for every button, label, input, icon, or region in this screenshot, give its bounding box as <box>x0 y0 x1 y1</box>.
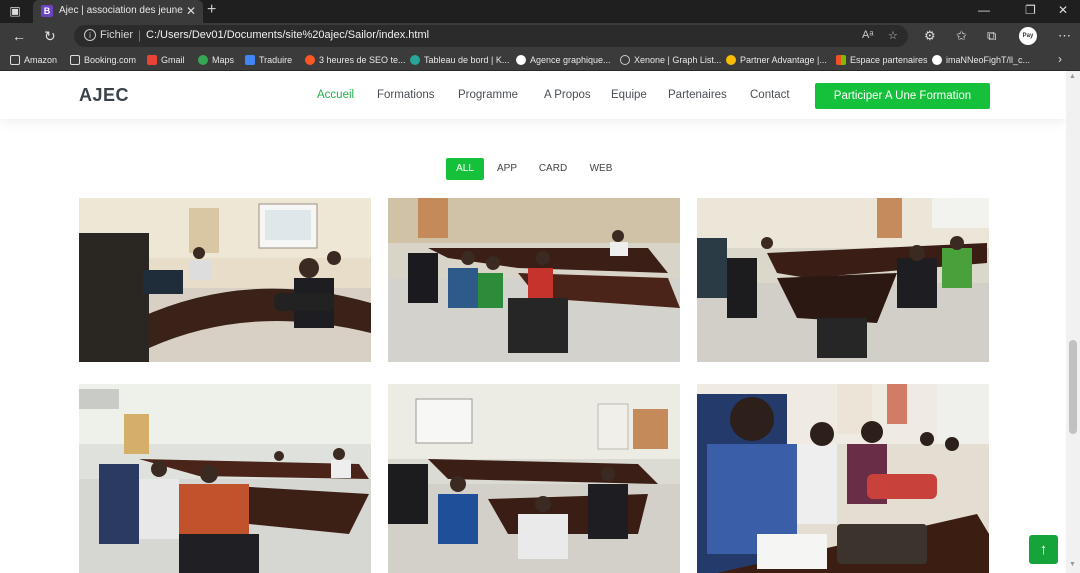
page-viewport: AJEC Accueil Formations Programme A Prop… <box>0 71 1066 573</box>
chevron-right-icon[interactable]: › <box>1058 52 1062 66</box>
training-photo-3[interactable] <box>697 198 989 362</box>
collections-icon[interactable]: ⧉ <box>987 28 996 44</box>
read-aloud-icon[interactable]: Aᵃ <box>862 29 873 41</box>
bookmark-item[interactable]: Amazon <box>10 53 57 67</box>
bookmark-item[interactable]: Gmail <box>147 53 185 67</box>
tab-favicon-icon: B <box>41 5 53 17</box>
training-photo-1[interactable] <box>79 198 371 362</box>
extensions-icon[interactable]: ⚙ <box>924 28 936 44</box>
site-logo[interactable]: AJEC <box>79 85 129 106</box>
browser-tab[interactable]: B Ajec | association des jeunes ent ✕ <box>33 0 203 23</box>
bookmark-item[interactable]: Maps <box>198 53 234 67</box>
portfolio-filters: ALL APP CARD WEB <box>0 158 1066 180</box>
bookmark-label: Booking.com <box>84 55 137 65</box>
bookmark-label: 3 heures de SEO te... <box>319 55 406 65</box>
training-photo-6[interactable] <box>697 384 989 573</box>
bookmark-label: Maps <box>212 55 235 65</box>
close-window-icon[interactable]: ✕ <box>1058 3 1068 17</box>
bookmark-label: Amazon <box>24 55 58 65</box>
nav-formations[interactable]: Formations <box>377 89 435 101</box>
favorite-star-icon[interactable]: ☆ <box>888 29 898 42</box>
address-toolbar: ← ↻ i Fichier | C:/Users/Dev01/Documents… <box>0 23 1080 49</box>
favorites-icon[interactable]: ✩ <box>956 28 967 44</box>
training-photo-2[interactable] <box>388 198 680 362</box>
refresh-icon[interactable]: ↻ <box>44 28 56 45</box>
maps-icon <box>198 55 208 65</box>
bookmark-icon <box>10 55 20 65</box>
bookmark-item[interactable]: Espace partenaires <box>836 53 928 67</box>
filter-all[interactable]: ALL <box>446 158 484 180</box>
translate-icon <box>245 55 255 65</box>
bookmark-item[interactable]: Partner Advantage |... <box>726 53 827 67</box>
more-options-icon[interactable]: ⋯ <box>1058 28 1071 44</box>
close-tab-icon[interactable]: ✕ <box>186 4 196 18</box>
window-menu-icon[interactable]: ▣ <box>8 4 22 18</box>
bookmark-item[interactable]: Booking.com <box>70 53 136 67</box>
github-icon <box>932 55 942 65</box>
bookmark-label: Agence graphique... <box>530 55 611 65</box>
bookmark-icon <box>70 55 80 65</box>
bookmark-item[interactable]: Xenone | Graph List... <box>620 53 721 67</box>
bookmark-label: Traduire <box>259 55 293 65</box>
training-photo-5[interactable] <box>388 384 680 573</box>
gmail-icon <box>147 55 157 65</box>
scrollbar-thumb[interactable] <box>1069 340 1077 434</box>
microsoft-icon <box>836 55 846 65</box>
bookmark-icon <box>410 55 420 65</box>
profile-avatar[interactable]: Pay <box>1019 27 1037 45</box>
nav-equipe[interactable]: Equipe <box>611 89 647 101</box>
url-separator: | <box>138 28 142 42</box>
bookmark-item[interactable]: imaNNeoFighT/ll_c... <box>932 53 1030 67</box>
bookmark-label: Tableau de bord | K... <box>424 55 510 65</box>
nav-accueil[interactable]: Accueil <box>317 89 354 101</box>
bookmark-icon <box>516 55 526 65</box>
bookmark-label: Espace partenaires <box>850 55 928 65</box>
site-header: AJEC Accueil Formations Programme A Prop… <box>0 71 1066 119</box>
bookmark-label: imaNNeoFighT/ll_c... <box>946 55 1031 65</box>
bookmark-item[interactable]: 3 heures de SEO te... <box>305 53 406 67</box>
bookmarks-bar: Amazon Booking.com Gmail Maps Traduire 3… <box>0 49 1080 71</box>
page-scrollbar[interactable]: ▲ ▼ <box>1066 71 1080 573</box>
scroll-up-icon[interactable]: ▲ <box>1069 73 1076 80</box>
back-icon[interactable]: ← <box>12 28 26 44</box>
new-tab-icon[interactable]: + <box>207 1 216 19</box>
restore-icon[interactable]: ❐ <box>1025 3 1036 17</box>
bookmark-icon <box>726 55 736 65</box>
scroll-down-icon[interactable]: ▼ <box>1069 561 1076 568</box>
url-scheme: Fichier <box>100 29 134 41</box>
bookmark-label: Gmail <box>161 55 185 65</box>
bookmark-item[interactable]: Tableau de bord | K... <box>410 53 509 67</box>
filter-web[interactable]: WEB <box>586 158 616 180</box>
nav-partenaires[interactable]: Partenaires <box>668 89 727 101</box>
bookmark-label: Partner Advantage |... <box>740 55 827 65</box>
tab-title: Ajec | association des jeunes ent <box>59 5 183 16</box>
minimize-icon[interactable]: — <box>978 3 990 17</box>
bookmark-icon <box>305 55 315 65</box>
bookmark-label: Xenone | Graph List... <box>634 55 722 65</box>
bookmark-item[interactable]: Agence graphique... <box>516 53 611 67</box>
scroll-to-top-button[interactable]: ↑ <box>1029 535 1058 564</box>
filter-card[interactable]: CARD <box>536 158 570 180</box>
arrow-up-icon: ↑ <box>1039 541 1048 558</box>
nav-programme[interactable]: Programme <box>458 89 518 101</box>
filter-app[interactable]: APP <box>492 158 522 180</box>
training-photo-4[interactable] <box>79 384 371 573</box>
nav-a-propos[interactable]: A Propos <box>544 89 591 101</box>
bookmark-item[interactable]: Traduire <box>245 53 292 67</box>
nav-contact[interactable]: Contact <box>750 89 790 101</box>
participate-button[interactable]: Participer A Une Formation <box>815 83 990 109</box>
info-icon[interactable]: i <box>84 29 96 41</box>
browser-tab-bar: ▣ B Ajec | association des jeunes ent ✕ … <box>0 0 1080 23</box>
bookmark-icon <box>620 55 630 65</box>
address-field[interactable]: i Fichier | C:/Users/Dev01/Documents/sit… <box>74 25 908 47</box>
url-text[interactable]: C:/Users/Dev01/Documents/site%20ajec/Sai… <box>146 29 429 41</box>
